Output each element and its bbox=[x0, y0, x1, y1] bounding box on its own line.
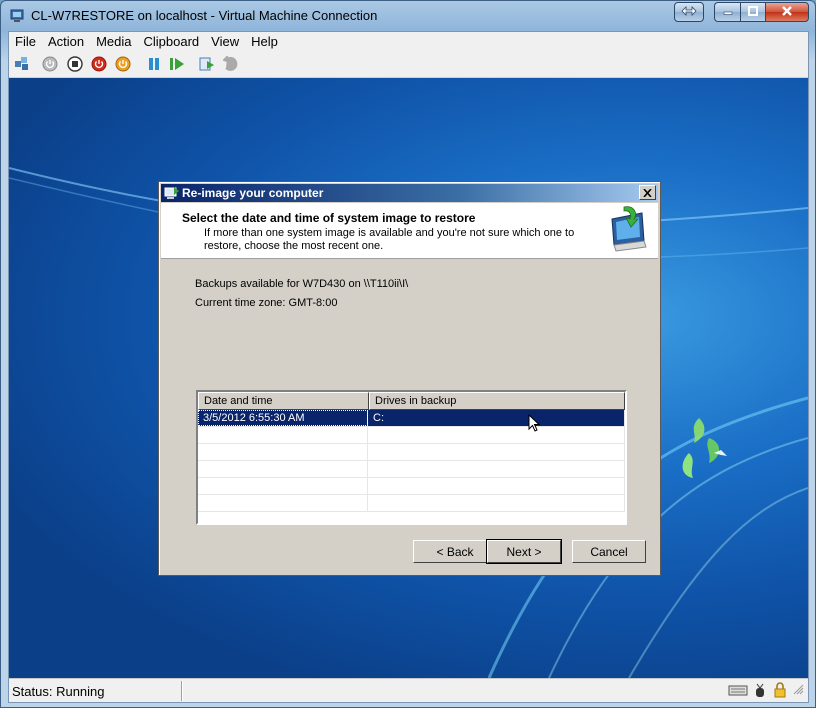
menu-media[interactable]: Media bbox=[90, 32, 137, 52]
start-button[interactable] bbox=[40, 55, 60, 75]
caption-buttons bbox=[674, 2, 809, 22]
revert-button[interactable] bbox=[221, 54, 241, 75]
stop-icon bbox=[67, 55, 83, 75]
status-icons bbox=[728, 682, 804, 701]
keyboard-icon bbox=[728, 682, 748, 701]
status-text: Status: Running bbox=[12, 684, 105, 699]
backup-list[interactable]: Date and time Drives in backup 3/5/2012 … bbox=[196, 390, 627, 525]
close-icon bbox=[643, 186, 652, 200]
vm-connection-icon bbox=[9, 8, 25, 24]
title-bar[interactable]: CL-W7RESTORE on localhost - Virtual Mach… bbox=[1, 1, 815, 31]
list-header: Date and time Drives in backup bbox=[198, 392, 625, 410]
power-grey-icon bbox=[42, 56, 58, 75]
mouse-cursor-icon bbox=[528, 413, 541, 435]
reimage-icon bbox=[164, 185, 180, 201]
dialog-close-button[interactable] bbox=[639, 185, 656, 200]
backups-available-label: Backups available for W7D430 on \\T110ii… bbox=[195, 278, 409, 290]
back-button-label: < Back bbox=[436, 544, 474, 559]
status-divider bbox=[181, 681, 183, 701]
snapshot-icon bbox=[198, 55, 216, 76]
cancel-button[interactable]: Cancel bbox=[572, 540, 646, 563]
table-row-empty bbox=[198, 495, 625, 512]
revert-icon bbox=[222, 54, 239, 75]
menu-file[interactable]: File bbox=[9, 32, 42, 52]
dialog-title-bar[interactable]: Re-image your computer bbox=[161, 184, 658, 202]
next-button[interactable]: Next > bbox=[486, 539, 562, 564]
close-button[interactable] bbox=[765, 2, 809, 22]
vm-connection-window: CL-W7RESTORE on localhost - Virtual Mach… bbox=[0, 0, 816, 708]
minimize-button[interactable] bbox=[714, 2, 740, 22]
ctrl-alt-del-button[interactable] bbox=[12, 55, 32, 75]
double-arrow-icon bbox=[681, 5, 697, 19]
dialog-heading: Select the date and time of system image… bbox=[182, 211, 476, 225]
table-row-empty bbox=[198, 427, 625, 444]
turn-off-button[interactable] bbox=[65, 55, 85, 75]
shut-down-button[interactable] bbox=[89, 55, 109, 75]
pause-icon bbox=[147, 56, 161, 75]
vm-display[interactable]: Re-image your computer Select the date a… bbox=[9, 78, 808, 678]
menu-bar: File Action Media Clipboard View Help bbox=[9, 32, 808, 52]
play-icon bbox=[169, 56, 185, 75]
resize-grip-icon[interactable] bbox=[792, 682, 804, 701]
cancel-button-label: Cancel bbox=[590, 544, 628, 559]
table-row-empty bbox=[198, 461, 625, 478]
resize-button[interactable] bbox=[674, 2, 704, 22]
ctrl-alt-del-icon bbox=[13, 55, 31, 76]
computer-restore-icon bbox=[604, 205, 650, 253]
table-row-empty bbox=[198, 478, 625, 495]
minimize-icon bbox=[723, 5, 733, 19]
menu-action[interactable]: Action bbox=[42, 32, 90, 52]
save-state-button[interactable] bbox=[113, 55, 133, 75]
snapshot-button[interactable] bbox=[197, 55, 217, 75]
menu-clipboard[interactable]: Clipboard bbox=[138, 32, 206, 52]
next-button-label: Next > bbox=[506, 544, 542, 559]
window-title: CL-W7RESTORE on localhost - Virtual Mach… bbox=[31, 8, 378, 23]
resume-button[interactable] bbox=[167, 55, 187, 75]
back-button[interactable]: < Back bbox=[413, 540, 497, 563]
power-orange-icon bbox=[115, 56, 131, 75]
row-date: 3/5/2012 6:55:30 AM bbox=[198, 410, 368, 426]
power-red-icon bbox=[91, 56, 107, 75]
table-row[interactable]: 3/5/2012 6:55:30 AM C: bbox=[198, 410, 625, 427]
pause-button[interactable] bbox=[144, 55, 164, 75]
menu-help[interactable]: Help bbox=[245, 32, 284, 52]
lock-icon bbox=[772, 682, 788, 701]
column-date-time[interactable]: Date and time bbox=[198, 392, 369, 410]
client-area: File Action Media Clipboard View Help Re… bbox=[8, 31, 809, 703]
menu-view[interactable]: View bbox=[205, 32, 245, 52]
dialog-title: Re-image your computer bbox=[182, 186, 324, 200]
dialog-subtext: If more than one system image is availab… bbox=[204, 227, 575, 252]
toolbar bbox=[9, 52, 808, 78]
mouse-capture-icon bbox=[752, 682, 768, 701]
table-row-empty bbox=[198, 444, 625, 461]
dialog-header: Select the date and time of system image… bbox=[161, 203, 658, 259]
close-icon bbox=[781, 5, 793, 19]
row-drives: C: bbox=[368, 410, 625, 426]
column-drives[interactable]: Drives in backup bbox=[369, 392, 625, 410]
timezone-label: Current time zone: GMT-8:00 bbox=[195, 297, 338, 309]
status-bar: Status: Running bbox=[9, 678, 808, 702]
maximize-icon bbox=[748, 5, 758, 19]
maximize-button[interactable] bbox=[740, 2, 765, 22]
reimage-dialog: Re-image your computer Select the date a… bbox=[158, 181, 661, 576]
